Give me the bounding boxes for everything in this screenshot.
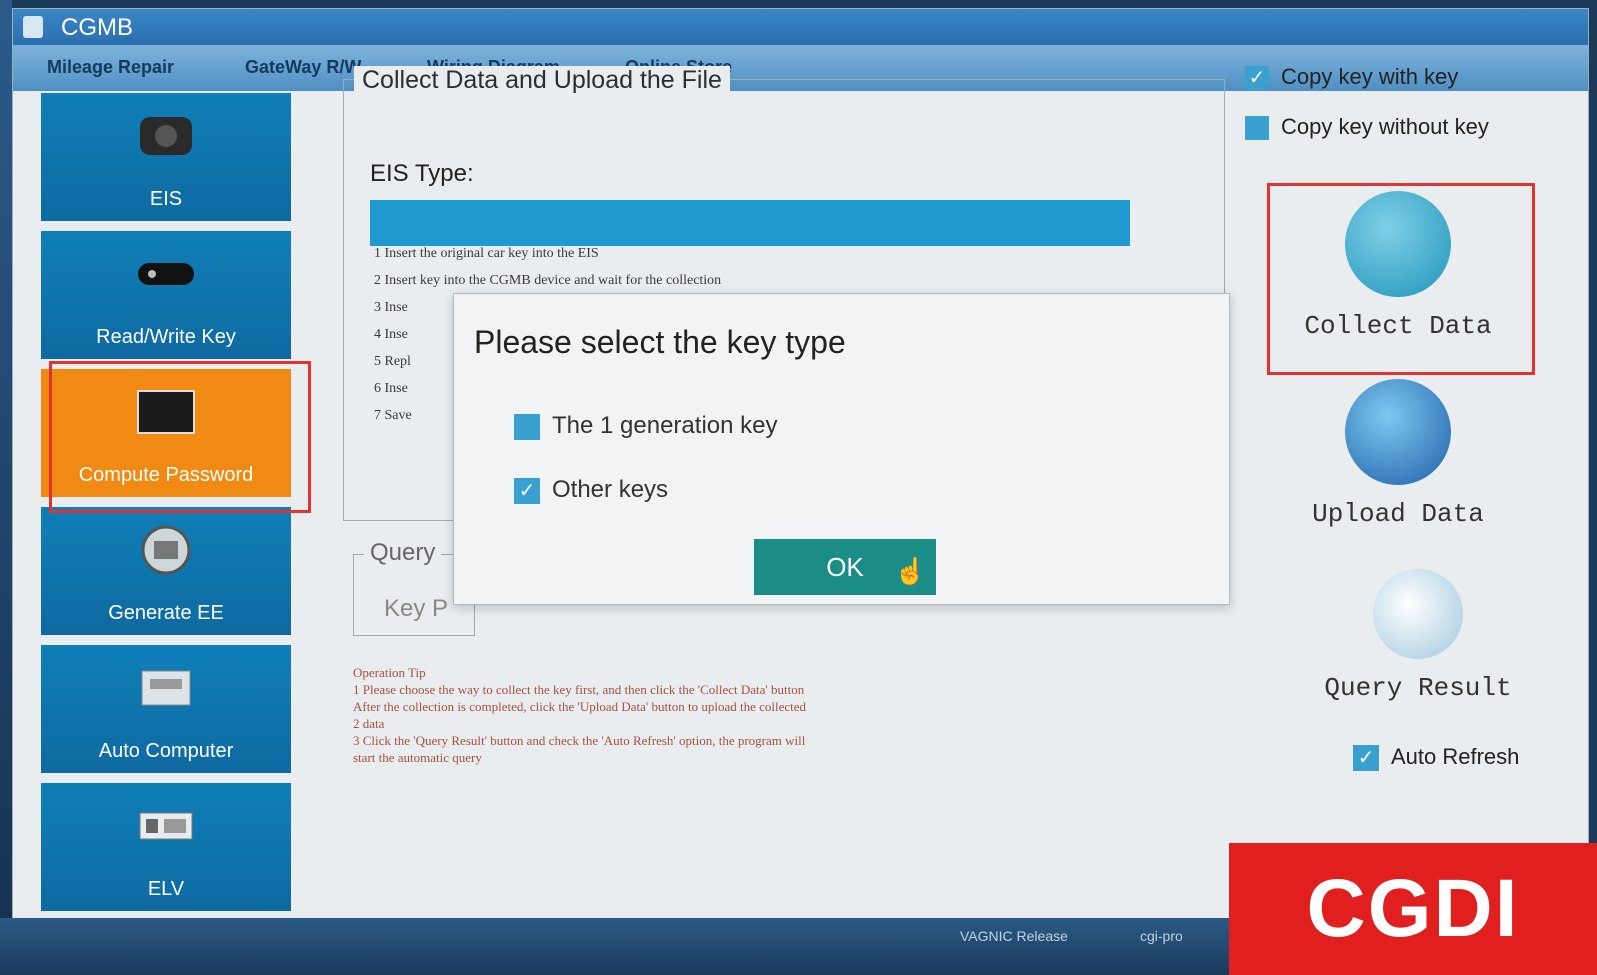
option-first-generation-key[interactable]: The 1 generation key bbox=[514, 412, 777, 440]
car-key-icon bbox=[136, 249, 196, 299]
menu-gateway-rw[interactable]: GateWay R/W bbox=[245, 57, 361, 78]
window-title: CGMB bbox=[61, 14, 133, 41]
collect-data-highlight bbox=[1267, 183, 1535, 375]
title-bar: CGMB bbox=[13, 9, 1588, 45]
copy-with-key-option[interactable]: ✓ Copy key with key bbox=[1245, 64, 1489, 91]
elv-module-icon bbox=[136, 801, 196, 851]
option-label: Copy key with key bbox=[1281, 64, 1459, 89]
option-other-keys[interactable]: ✓ Other keys bbox=[514, 476, 668, 504]
copy-without-key-option[interactable]: Copy key without key bbox=[1245, 114, 1489, 141]
tip-line: After the collection is completed, click… bbox=[353, 699, 807, 714]
step-text: 2 Insert key into the CGMB device and wa… bbox=[374, 273, 722, 288]
checkbox-checked[interactable]: ✓ bbox=[1353, 745, 1379, 772]
app-window: CGMB Mileage Repair GateWay R/W Wiring D… bbox=[12, 8, 1589, 965]
checkbox-unchecked[interactable] bbox=[514, 413, 540, 440]
sidebar-item-label: ELV bbox=[147, 878, 185, 900]
sidebar-item-eis[interactable]: EIS bbox=[41, 93, 291, 221]
sidebar-item-auto-computer[interactable]: Auto Computer bbox=[41, 645, 291, 773]
sidebar-item-label: Read/Write Key bbox=[96, 326, 236, 348]
hand-cursor-icon: ☝ bbox=[894, 556, 927, 586]
globe-upload-icon bbox=[1345, 379, 1451, 485]
sidebar-item-generate-ee[interactable]: Generate EE bbox=[41, 507, 291, 635]
checkbox-unchecked[interactable] bbox=[1245, 116, 1269, 141]
checkbox-checked[interactable]: ✓ bbox=[1245, 66, 1269, 91]
option-label: Other keys bbox=[552, 476, 669, 503]
group-title: Collect Data and Upload the File bbox=[354, 66, 730, 95]
upload-data-label: Upload Data bbox=[1312, 499, 1484, 529]
dialog-title: Please select the key type bbox=[474, 324, 846, 360]
sidebar-item-label: EIS bbox=[149, 188, 183, 210]
menu-mileage-repair[interactable]: Mileage Repair bbox=[47, 57, 174, 78]
option-label: Copy key without key bbox=[1281, 114, 1489, 140]
sidebar-item-label: Generate EE bbox=[108, 602, 224, 624]
option-label: The 1 generation key bbox=[552, 412, 778, 439]
chip-icon bbox=[136, 525, 196, 575]
tip-line: 3 Click the 'Query Result' button and ch… bbox=[353, 733, 806, 748]
tips-title: Operation Tip bbox=[353, 665, 426, 680]
query-title: Query bbox=[364, 539, 442, 567]
desktop-edge bbox=[0, 0, 12, 975]
query-result-button[interactable]: Query Result bbox=[1283, 569, 1553, 703]
compute-password-highlight bbox=[49, 361, 311, 513]
option-label: Auto Refresh bbox=[1391, 744, 1520, 769]
sidebar-item-elv[interactable]: ELV bbox=[41, 783, 291, 911]
query-key-label: Key P bbox=[384, 595, 449, 622]
step-text: 1 Insert the original car key into the E… bbox=[374, 246, 599, 261]
eis-type-label: EIS Type: bbox=[370, 160, 474, 187]
magnifier-icon bbox=[1373, 569, 1463, 659]
tip-line: 2 data bbox=[353, 716, 385, 731]
query-result-label: Query Result bbox=[1324, 673, 1512, 703]
app-icon bbox=[23, 16, 43, 38]
taskbar-item[interactable]: VAGNIC Release bbox=[960, 928, 1068, 944]
copy-mode-options: ✓ Copy key with key Copy key without key bbox=[1245, 64, 1489, 164]
sidebar-item-read-write-key[interactable]: Read/Write Key bbox=[41, 231, 291, 359]
checkbox-checked[interactable]: ✓ bbox=[514, 477, 540, 504]
upload-data-button[interactable]: Upload Data bbox=[1263, 379, 1533, 529]
operation-tips: Operation Tip 1 Please choose the way to… bbox=[353, 664, 1213, 766]
tip-line: start the automatic query bbox=[353, 750, 482, 765]
tip-line: 1 Please choose the way to collect the k… bbox=[353, 682, 805, 697]
key-type-dialog: Please select the key type The 1 generat… bbox=[453, 293, 1230, 605]
auto-refresh-option[interactable]: ✓ Auto Refresh bbox=[1353, 744, 1520, 772]
sidebar-item-label: Auto Computer bbox=[98, 740, 234, 762]
eis-module-icon bbox=[136, 111, 196, 161]
taskbar-item[interactable]: cgi-pro bbox=[1140, 928, 1183, 944]
cgdi-logo: CGDI bbox=[1229, 843, 1597, 975]
ecu-icon bbox=[136, 663, 196, 713]
